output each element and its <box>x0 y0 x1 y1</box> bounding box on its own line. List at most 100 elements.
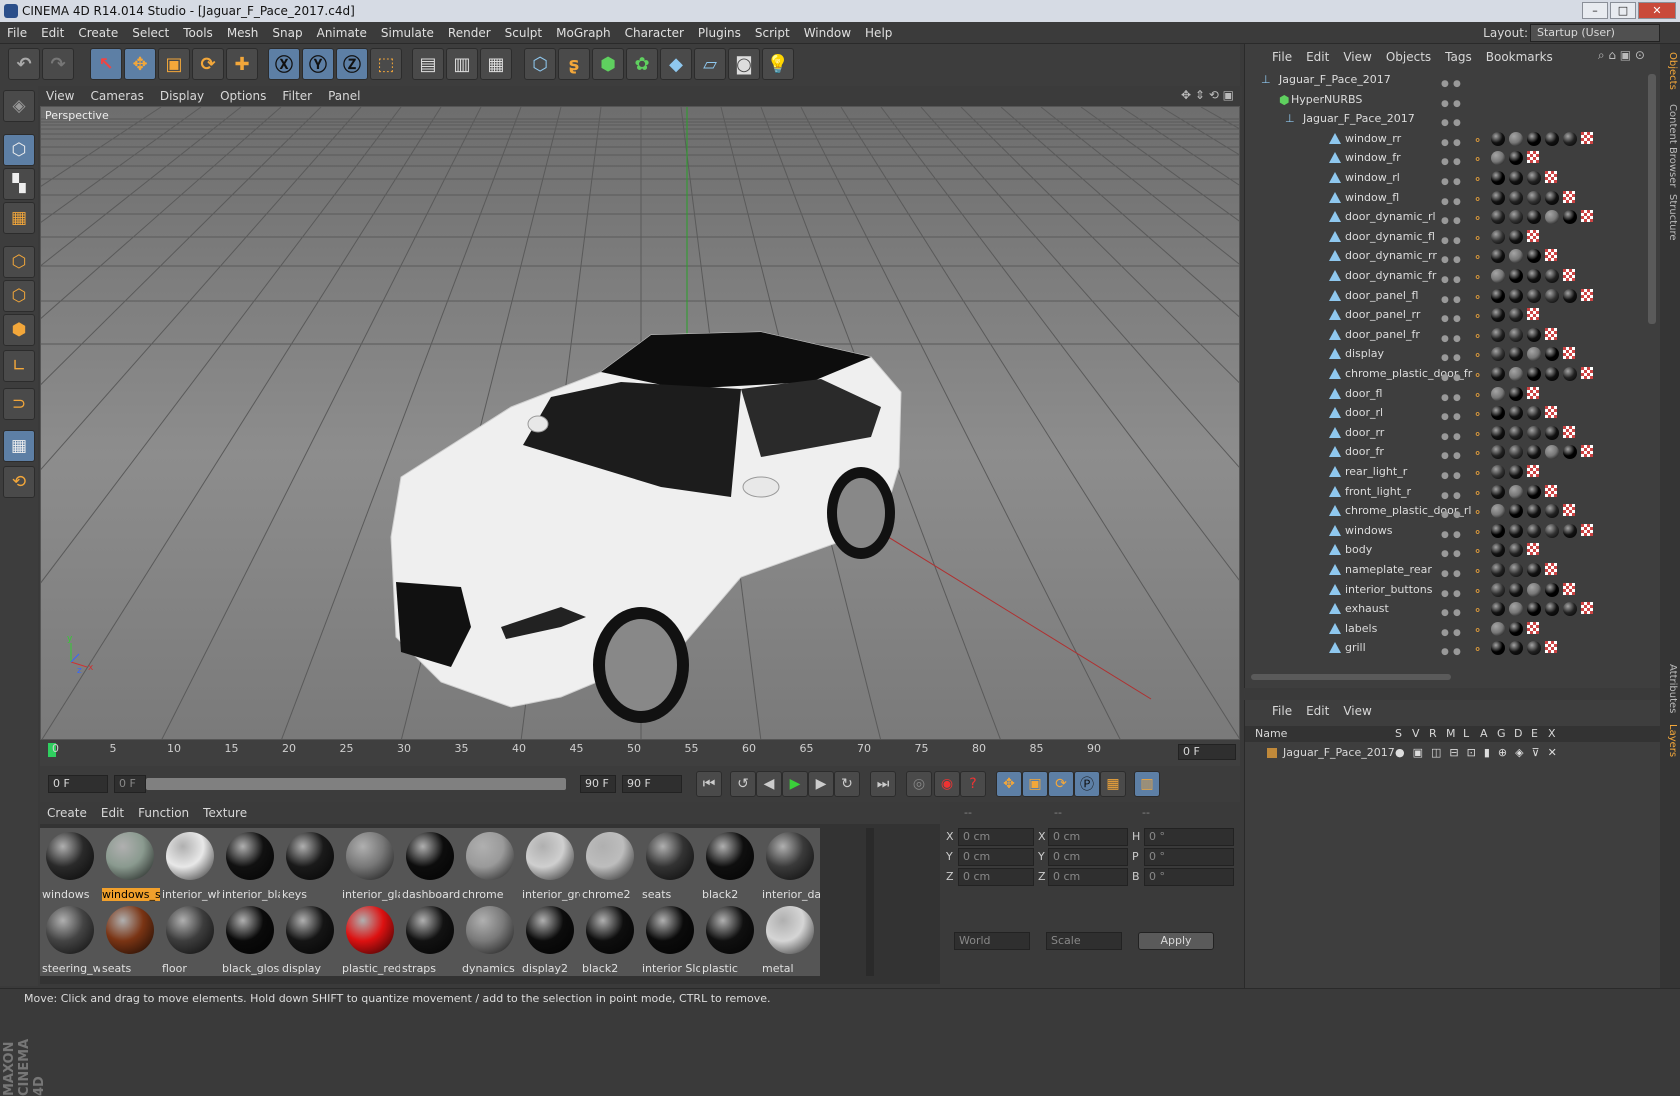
material-tag-icon[interactable] <box>1527 171 1541 185</box>
material-tag-icon[interactable] <box>1491 621 1505 636</box>
search-icon[interactable]: ⌕ ⌂ ▣ ⊙ <box>1598 48 1645 63</box>
menu-select[interactable]: Select <box>125 22 176 44</box>
layer-col-l[interactable]: L <box>1463 726 1469 742</box>
coord-size-field[interactable]: 0 cm <box>1048 848 1128 866</box>
render-dots[interactable]: ● <box>1453 192 1467 207</box>
range-slider[interactable] <box>146 778 566 790</box>
viewport-menu-options[interactable]: Options <box>212 86 274 106</box>
floor-icon[interactable]: ▱ <box>694 48 726 80</box>
viewport-menu-filter[interactable]: Filter <box>274 86 320 106</box>
uvw-tag-icon[interactable] <box>1527 386 1539 399</box>
material-swatch[interactable]: straps <box>400 902 460 976</box>
render-dots[interactable]: ● <box>1453 113 1467 128</box>
object-row[interactable]: rear_light_r ● ● ⚬ <box>1245 462 1645 482</box>
material-tag-icon[interactable] <box>1527 445 1541 460</box>
range-end-field[interactable]: 90 F <box>580 775 616 793</box>
layer-color-swatch[interactable] <box>1267 748 1277 758</box>
material-tag-icon[interactable] <box>1491 641 1505 656</box>
layer-col-g[interactable]: G <box>1497 726 1506 742</box>
uvw-tag-icon[interactable] <box>1545 563 1557 575</box>
material-tag-icon[interactable] <box>1545 425 1559 440</box>
material-swatch[interactable]: chrome2 <box>580 828 640 902</box>
close-button[interactable]: ✕ <box>1638 2 1676 19</box>
material-tag-icon[interactable] <box>1527 484 1541 499</box>
render-dots[interactable]: ● <box>1453 329 1467 344</box>
deformer-icon[interactable]: ◆ <box>660 48 692 80</box>
object-row[interactable]: ⊥ Jaguar_F_Pace_2017 ● ● <box>1245 109 1645 129</box>
material-tag-icon[interactable] <box>1491 249 1505 264</box>
material-tag-icon[interactable] <box>1563 288 1577 303</box>
tweak-mode-icon[interactable]: ⊃ <box>3 388 35 420</box>
material-tag-icon[interactable] <box>1509 327 1523 342</box>
uvw-tag-icon[interactable] <box>1581 445 1593 458</box>
material-tag-icon[interactable] <box>1527 641 1541 656</box>
material-menu-edit[interactable]: Edit <box>94 802 131 824</box>
object-row[interactable]: display ● ● ⚬ <box>1245 344 1645 364</box>
texture-mode-icon[interactable]: ▚ <box>3 168 35 200</box>
material-swatch[interactable]: interior Slo <box>640 902 700 976</box>
object-row[interactable]: labels ● ● ⚬ <box>1245 619 1645 639</box>
material-tag-icon[interactable] <box>1491 543 1505 558</box>
material-tag-icon[interactable] <box>1491 445 1505 460</box>
side-tab-attributes[interactable]: Attributes <box>1662 664 1678 713</box>
layer-col-s[interactable]: S <box>1395 726 1402 742</box>
material-tag-icon[interactable] <box>1545 602 1559 617</box>
viewport-menu-display[interactable]: Display <box>152 86 212 106</box>
material-tag-icon[interactable] <box>1491 347 1505 362</box>
material-tag-icon[interactable] <box>1509 582 1523 597</box>
material-swatch[interactable]: keys <box>280 828 340 902</box>
material-tag-icon[interactable] <box>1563 367 1577 381</box>
object-row[interactable]: ⊥ Jaguar_F_Pace_2017 ● ● <box>1245 70 1645 90</box>
menu-help[interactable]: Help <box>858 22 899 44</box>
material-swatch[interactable]: display <box>280 902 340 976</box>
next-key-icon[interactable]: ↻ <box>834 771 860 797</box>
uvw-tag-icon[interactable] <box>1527 229 1539 242</box>
material-tag-icon[interactable] <box>1527 582 1541 597</box>
render-dots[interactable]: ● <box>1453 152 1467 167</box>
render-dots[interactable]: ● <box>1453 623 1467 638</box>
uvw-tag-icon[interactable] <box>1581 131 1593 144</box>
layer-toggle-icons[interactable]: ●▣◫⊟⊡▮⊕◈⊽✕ <box>1395 744 1565 762</box>
light-icon[interactable]: 💡 <box>762 48 794 80</box>
object-row[interactable]: windows ● ● ⚬ <box>1245 521 1645 541</box>
object-row[interactable]: door_dynamic_fr ● ● ⚬ <box>1245 266 1645 286</box>
menu-sculpt[interactable]: Sculpt <box>498 22 549 44</box>
next-frame-icon[interactable]: ▶ <box>808 771 834 797</box>
coord-position-field[interactable]: 0 cm <box>958 848 1034 866</box>
object-menu-objects[interactable]: Objects <box>1379 46 1438 68</box>
material-swatch[interactable]: floor <box>160 902 220 976</box>
uvw-tag-icon[interactable] <box>1581 210 1593 223</box>
uvw-tag-icon[interactable] <box>1545 171 1557 183</box>
render-dots[interactable]: ● <box>1453 466 1467 481</box>
scale-dropdown[interactable]: Scale <box>1046 932 1122 950</box>
material-swatch[interactable]: plastic_red <box>340 902 400 976</box>
uvw-tag-icon[interactable] <box>1581 602 1593 615</box>
material-tag-icon[interactable] <box>1527 504 1541 519</box>
material-tag-icon[interactable] <box>1545 210 1559 225</box>
material-tag-icon[interactable] <box>1491 210 1505 225</box>
phong-tag-icon[interactable]: ⚬ <box>1473 640 1482 660</box>
viewport-menu-view[interactable]: View <box>38 86 82 106</box>
material-tag-icon[interactable] <box>1491 563 1505 577</box>
material-swatch[interactable]: plastic <box>700 902 760 976</box>
layer-col-m[interactable]: M <box>1446 726 1456 742</box>
key-scale-icon[interactable]: ▣ <box>1022 771 1048 797</box>
render-dots[interactable]: ● <box>1453 309 1467 324</box>
object-row[interactable]: front_light_r ● ● ⚬ <box>1245 482 1645 502</box>
menu-mograph[interactable]: MoGraph <box>549 22 618 44</box>
points-mode-icon[interactable]: ⬡ <box>3 246 35 278</box>
material-tag-icon[interactable] <box>1545 582 1559 597</box>
uvw-tag-icon[interactable] <box>1563 425 1575 438</box>
material-tag-icon[interactable] <box>1527 406 1541 421</box>
object-row[interactable]: door_panel_rr ● ● ⚬ <box>1245 305 1645 325</box>
object-row[interactable]: window_rl ● ● ⚬ <box>1245 168 1645 188</box>
render-dots[interactable]: ● <box>1453 642 1467 657</box>
render-dots[interactable]: ● <box>1453 407 1467 422</box>
menu-edit[interactable]: Edit <box>34 22 71 44</box>
render-picture-viewer-icon[interactable]: ▥ <box>446 48 478 80</box>
render-dots[interactable]: ● <box>1453 211 1467 226</box>
uvw-tag-icon[interactable] <box>1563 504 1575 517</box>
material-tag-icon[interactable] <box>1527 288 1541 303</box>
render-dots[interactable]: ● <box>1453 544 1467 559</box>
uvw-tag-icon[interactable] <box>1581 523 1593 536</box>
